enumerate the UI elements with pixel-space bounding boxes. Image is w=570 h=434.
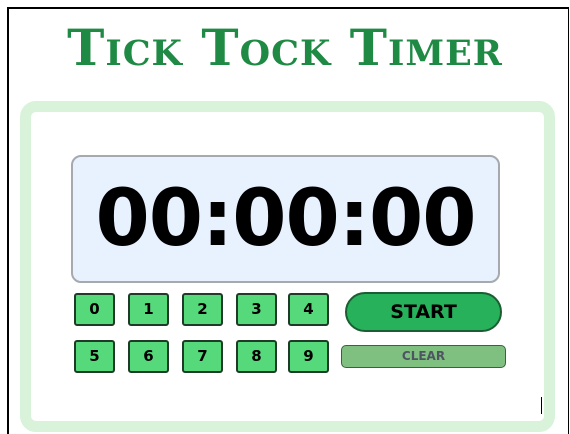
- digit-button-9[interactable]: 9: [288, 340, 329, 373]
- time-display: 00:00:00: [71, 155, 500, 283]
- digit-button-7[interactable]: 7: [182, 340, 223, 373]
- digit-button-8[interactable]: 8: [236, 340, 277, 373]
- digit-button-1[interactable]: 1: [128, 293, 169, 326]
- app-title: Tick Tock Timer: [67, 18, 503, 77]
- start-button[interactable]: START: [345, 292, 502, 332]
- digit-button-4[interactable]: 4: [288, 293, 329, 326]
- clear-button[interactable]: CLEAR: [341, 345, 506, 368]
- digit-button-0[interactable]: 0: [74, 293, 115, 326]
- text-cursor: [541, 397, 542, 414]
- digit-button-2[interactable]: 2: [182, 293, 223, 326]
- digit-button-5[interactable]: 5: [74, 340, 115, 373]
- digit-button-6[interactable]: 6: [128, 340, 169, 373]
- digit-button-3[interactable]: 3: [236, 293, 277, 326]
